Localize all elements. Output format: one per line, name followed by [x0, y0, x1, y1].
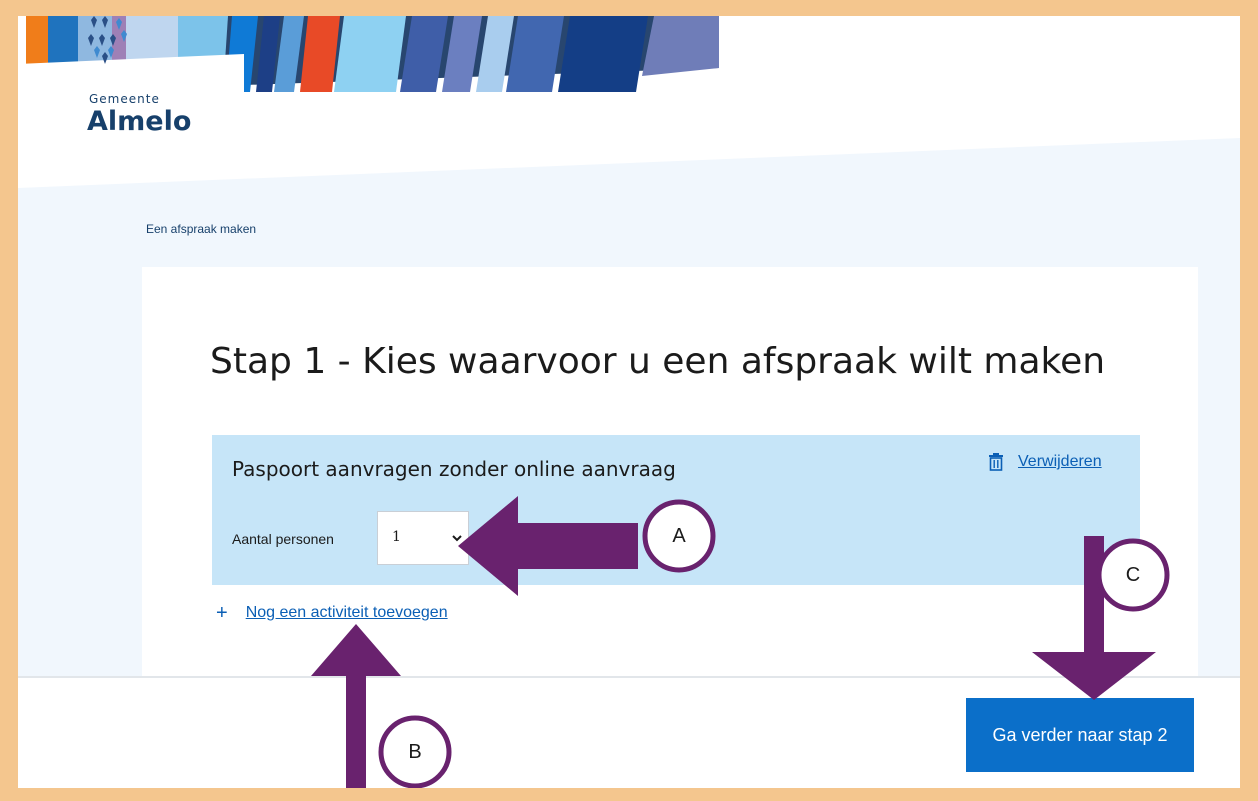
page-title: Stap 1 - Kies waarvoor u een afspraak wi…	[210, 341, 1106, 382]
marker-label-c: C	[1125, 564, 1141, 586]
trash-icon	[989, 453, 1003, 471]
appointment-card: Stap 1 - Kies waarvoor u een afspraak wi…	[142, 267, 1198, 692]
logo-text-almelo: Almelo	[87, 106, 192, 137]
almelo-logo-icon	[88, 16, 127, 64]
next-step-button[interactable]: Ga verder naar stap 2	[966, 698, 1194, 772]
add-activity-label: Nog een activiteit toevoegen	[245, 604, 448, 621]
marker-label-a: A	[672, 525, 686, 547]
activity-title: Paspoort aanvragen zonder online aanvraa…	[232, 457, 676, 481]
persons-select[interactable]: 1	[377, 511, 469, 565]
logo-text-gemeente: Gemeente	[89, 92, 160, 106]
persons-label: Aantal personen	[232, 531, 334, 547]
breadcrumb-link[interactable]: Een afspraak maken	[146, 222, 256, 236]
remove-label: Verwijderen	[1018, 453, 1102, 470]
add-activity-link[interactable]: + Nog een activiteit toevoegen	[216, 603, 448, 623]
plus-icon: +	[216, 602, 228, 624]
site-header: Gemeente Almelo	[18, 16, 1240, 221]
marker-label-b: B	[408, 741, 422, 763]
footer-bar: Ga verder naar stap 2	[18, 676, 1240, 788]
remove-activity-link[interactable]: Verwijderen	[988, 453, 1102, 471]
chevron-down-icon	[452, 535, 462, 542]
persons-select-value: 1	[392, 529, 401, 545]
activity-panel: Paspoort aanvragen zonder online aanvraa…	[212, 435, 1140, 585]
screenshot-frame: Gemeente Almelo Een afspraak maken Stap …	[18, 16, 1240, 788]
